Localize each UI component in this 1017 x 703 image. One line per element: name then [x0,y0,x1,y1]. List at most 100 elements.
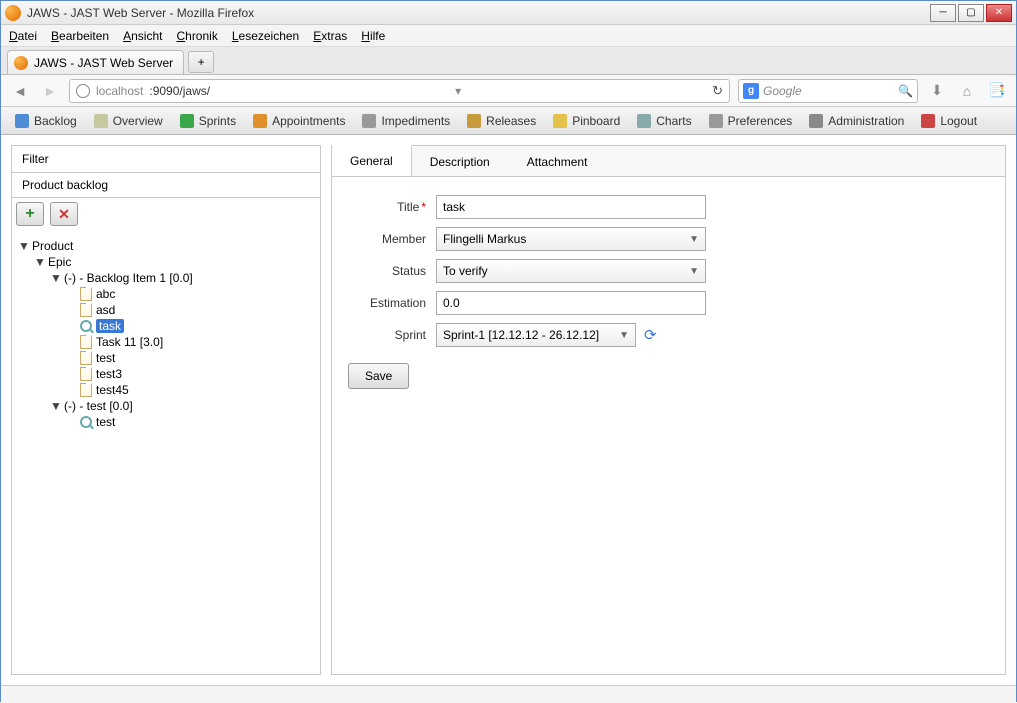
browser-tab[interactable]: JAWS - JAST Web Server [7,50,184,74]
member-label: Member [348,232,426,246]
tree-toggle-icon: ▼ [50,271,60,285]
app-content: Filter Product backlog + ✕ ▼Product▼Epic… [1,135,1016,685]
firefox-icon [5,5,21,21]
pinboard-icon [553,114,567,128]
logout-icon [921,114,935,128]
refresh-sprint-icon[interactable]: ⟳ [644,326,657,344]
tab-attachment[interactable]: Attachment [509,146,607,176]
menu-bearbeiten[interactable]: Bearbeiten [51,29,109,43]
sprints-icon [180,114,194,128]
toolbar-logout[interactable]: Logout [913,110,985,132]
sprint-select[interactable]: Sprint-1 [12.12.12 - 26.12.12]▼ [436,323,636,347]
tree-node[interactable]: test [18,350,314,366]
tree-node[interactable]: test45 [18,382,314,398]
back-button[interactable]: ◄ [9,80,31,102]
menu-datei[interactable]: Datei [9,29,37,43]
toolbar-overview[interactable]: Overview [86,110,171,132]
toolbar-pinboard[interactable]: Pinboard [545,110,628,132]
google-icon: g [743,83,759,99]
detail-tabs: GeneralDescriptionAttachment [332,146,1005,177]
toolbar-charts[interactable]: Charts [629,110,699,132]
menu-hilfe[interactable]: Hilfe [361,29,385,43]
bookmarks-button[interactable]: 📑 [986,80,1008,102]
tree-label: test [96,351,115,365]
toolbar-sprints[interactable]: Sprints [172,110,244,132]
window-titlebar: JAWS - JAST Web Server - Mozilla Firefox… [1,1,1016,25]
toolbar-releases[interactable]: Releases [459,110,544,132]
magnifier-icon [80,416,92,428]
impediments-icon [362,114,376,128]
overview-icon [94,114,108,128]
menu-extras[interactable]: Extras [313,29,347,43]
filter-box[interactable]: Filter [12,146,320,173]
maximize-button[interactable]: ▢ [958,4,984,22]
estimation-label: Estimation [348,296,426,310]
menu-chronik[interactable]: Chronik [176,29,217,43]
status-label: Status [348,264,426,278]
statusbar [1,685,1016,703]
tree-node[interactable]: abc [18,286,314,302]
status-select[interactable]: To verify▼ [436,259,706,283]
tree-label: task [96,319,124,333]
toolbar-impediments[interactable]: Impediments [354,110,458,132]
tab-description[interactable]: Description [412,146,509,176]
tree-label: test45 [96,383,129,397]
app-toolbar: BacklogOverviewSprintsAppointmentsImpedi… [1,107,1016,135]
toolbar-preferences[interactable]: Preferences [701,110,801,132]
tab-favicon [14,56,28,70]
tree-node[interactable]: task [18,318,314,334]
add-button[interactable]: + [16,202,44,226]
tree-toggle-icon: ▼ [18,239,28,253]
tree-node[interactable]: asd [18,302,314,318]
close-button[interactable]: ✕ [986,4,1012,22]
save-button[interactable]: Save [348,363,409,389]
backlog-header: Product backlog [12,173,320,198]
toolbar-administration[interactable]: Administration [801,110,912,132]
tree-node[interactable]: ▼(-) - Backlog Item 1 [0.0] [18,270,314,286]
detail-form: Title* Member Flingelli Markus▼ Status T… [332,177,1005,407]
tree-toggle-icon: ▼ [50,399,60,413]
estimation-input[interactable] [436,291,706,315]
delete-button[interactable]: ✕ [50,202,78,226]
tree-toggle-icon: ▼ [34,255,44,269]
magnifier-icon [80,320,92,332]
url-bar[interactable]: localhost:9090/jaws/ ▾ ↻ [69,79,730,103]
new-tab-button[interactable]: + [188,51,214,73]
minimize-button[interactable]: ─ [930,4,956,22]
tree-label: abc [96,287,115,301]
tree-node[interactable]: Task 11 [3.0] [18,334,314,350]
member-select[interactable]: Flingelli Markus▼ [436,227,706,251]
main-panel: GeneralDescriptionAttachment Title* Memb… [331,145,1006,675]
tree-node[interactable]: ▼Product [18,238,314,254]
browser-tabbar: JAWS - JAST Web Server + [1,47,1016,75]
url-host: localhost [96,84,143,98]
tree-node[interactable]: ▼ Epic [18,254,314,270]
tree-node[interactable]: test3 [18,366,314,382]
tree-label: Epic [48,255,71,269]
home-button[interactable]: ⌂ [956,80,978,102]
toolbar-appointments[interactable]: Appointments [245,110,353,132]
forward-button[interactable]: ► [39,80,61,102]
backlog-tree: ▼Product▼Epic▼(-) - Backlog Item 1 [0.0]… [12,230,320,674]
tree-node[interactable]: ▼(-) - test [0.0] [18,398,314,414]
search-placeholder: Google [763,84,802,98]
menu-lesezeichen[interactable]: Lesezeichen [232,29,299,43]
title-label: Title [397,200,419,214]
menu-ansicht[interactable]: Ansicht [123,29,162,43]
document-icon [80,367,92,381]
title-input[interactable] [436,195,706,219]
toolbar-backlog[interactable]: Backlog [7,110,85,132]
tree-label: asd [96,303,115,317]
tree-label: test3 [96,367,122,381]
browser-menubar: Datei Bearbeiten Ansicht Chronik Lesezei… [1,25,1016,47]
downloads-button[interactable]: ⬇ [926,80,948,102]
tab-general[interactable]: General [332,145,412,176]
document-icon [80,335,92,349]
browser-navbar: ◄ ► localhost:9090/jaws/ ▾ ↻ g Google 🔍 … [1,75,1016,107]
document-icon [80,287,92,301]
search-bar[interactable]: g Google 🔍 [738,79,918,103]
tree-node[interactable]: test [18,414,314,430]
reload-button[interactable]: ↻ [712,83,723,99]
search-button[interactable]: 🔍 [898,84,913,98]
administration-icon [809,114,823,128]
